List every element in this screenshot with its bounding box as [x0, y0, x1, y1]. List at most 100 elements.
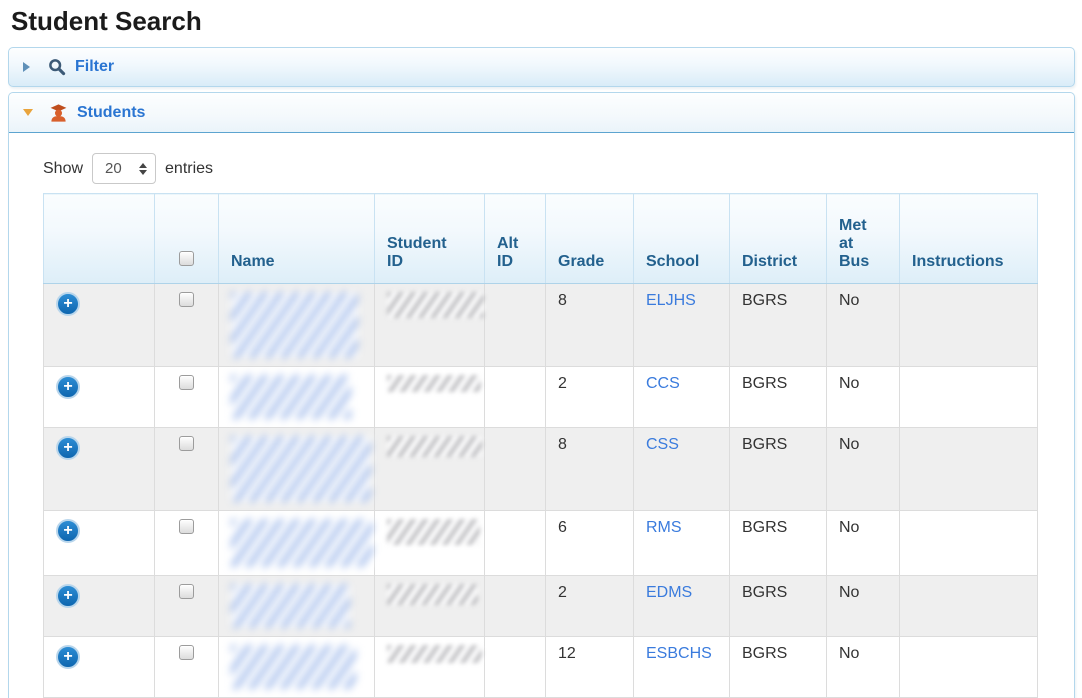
cell-grade: 2	[546, 367, 634, 428]
cell-met_at_bus: No	[827, 428, 900, 511]
school-link[interactable]: CSS	[646, 436, 679, 453]
column-header-expand	[44, 194, 155, 284]
students-panel-label: Students	[77, 104, 145, 122]
cell-grade: 12	[546, 637, 634, 698]
column-header-label: Instructions	[912, 253, 1004, 270]
plus-circle-icon[interactable]	[56, 519, 80, 543]
plus-circle-icon[interactable]	[56, 584, 80, 608]
table-row: 2 CCS BGRS No	[44, 367, 1038, 428]
redacted-student-id	[387, 436, 482, 457]
plus-circle-icon[interactable]	[56, 375, 80, 399]
cell-school: ESBCHS	[634, 637, 730, 698]
cell-school: EDMS	[634, 576, 730, 637]
district-value: BGRS	[742, 645, 787, 662]
column-header-label: Student ID	[387, 235, 447, 270]
row-checkbox[interactable]	[179, 645, 194, 660]
redacted-student-id	[387, 375, 481, 392]
students-table: NameStudent IDAlt IDGradeSchoolDistrictM…	[43, 193, 1038, 698]
cell-grade: 8	[546, 284, 634, 367]
select-all-checkbox[interactable]	[179, 251, 194, 266]
cell-student_id	[375, 637, 485, 698]
students-panel: Students Show 20 entries NameStudent IDA…	[8, 92, 1075, 698]
redacted-student-id	[387, 292, 484, 318]
grade-value: 2	[558, 584, 567, 601]
page-title: Student Search	[11, 6, 1075, 37]
page-size-select[interactable]: 20	[92, 153, 156, 184]
column-header-district: District	[730, 194, 827, 284]
column-header-student_id: Student ID	[375, 194, 485, 284]
row-checkbox[interactable]	[179, 292, 194, 307]
cell-grade: 2	[546, 576, 634, 637]
redacted-student-id	[387, 584, 478, 605]
chevron-down-icon[interactable]	[23, 109, 33, 116]
column-header-school: School	[634, 194, 730, 284]
table-row: 6 RMS BGRS No	[44, 511, 1038, 576]
school-link[interactable]: ESBCHS	[646, 645, 712, 662]
column-header-grade: Grade	[546, 194, 634, 284]
column-header-label: Grade	[558, 253, 604, 270]
cell-alt_id	[485, 511, 546, 576]
cell-met_at_bus: No	[827, 511, 900, 576]
table-row: 2EDMSBGRSNo	[44, 576, 1038, 637]
plus-circle-icon[interactable]	[56, 292, 80, 316]
cell-school: CSS	[634, 428, 730, 511]
met-at-bus-value: No	[839, 375, 859, 392]
cell-name	[219, 367, 375, 428]
district-value: BGRS	[742, 436, 787, 453]
cell-district: BGRS	[730, 367, 827, 428]
page: Student Search Filter Students	[0, 0, 1082, 698]
column-header-alt_id: Alt ID	[485, 194, 546, 284]
cell-name	[219, 576, 375, 637]
redacted-name	[231, 375, 351, 419]
cell-alt_id	[485, 576, 546, 637]
school-link[interactable]: EDMS	[646, 584, 692, 601]
school-link[interactable]: CCS	[646, 375, 680, 392]
row-checkbox[interactable]	[179, 519, 194, 534]
graduate-student-icon	[49, 104, 68, 122]
plus-circle-icon[interactable]	[56, 436, 80, 460]
cell-select	[155, 428, 219, 511]
cell-district: BGRS	[730, 428, 827, 511]
search-icon	[48, 58, 66, 76]
cell-instructions	[900, 284, 1038, 367]
met-at-bus-value: No	[839, 292, 859, 309]
grade-value: 8	[558, 292, 567, 309]
district-value: BGRS	[742, 519, 787, 536]
row-checkbox[interactable]	[179, 584, 194, 599]
cell-district: BGRS	[730, 511, 827, 576]
cell-expand	[44, 428, 155, 511]
met-at-bus-value: No	[839, 645, 859, 662]
cell-school: RMS	[634, 511, 730, 576]
cell-instructions	[900, 428, 1038, 511]
redacted-name	[231, 584, 350, 628]
cell-name	[219, 511, 375, 576]
redacted-student-id	[387, 645, 482, 663]
cell-expand	[44, 576, 155, 637]
students-panel-header[interactable]: Students	[9, 93, 1074, 133]
cell-select	[155, 367, 219, 428]
students-table-head: NameStudent IDAlt IDGradeSchoolDistrictM…	[44, 194, 1038, 284]
filter-panel-header[interactable]: Filter	[8, 47, 1075, 87]
redacted-name	[231, 436, 371, 502]
cell-student_id	[375, 428, 485, 511]
redacted-name	[231, 292, 358, 358]
chevron-right-icon[interactable]	[23, 62, 30, 72]
school-link[interactable]: RMS	[646, 519, 682, 536]
cell-school: ELJHS	[634, 284, 730, 367]
column-header-label: School	[646, 253, 699, 270]
grade-value: 12	[558, 645, 576, 662]
cell-expand	[44, 284, 155, 367]
cell-grade: 6	[546, 511, 634, 576]
row-checkbox[interactable]	[179, 436, 194, 451]
cell-select	[155, 637, 219, 698]
cell-name	[219, 428, 375, 511]
cell-grade: 8	[546, 428, 634, 511]
cell-student_id	[375, 284, 485, 367]
school-link[interactable]: ELJHS	[646, 292, 696, 309]
cell-school: CCS	[634, 367, 730, 428]
row-checkbox[interactable]	[179, 375, 194, 390]
plus-circle-icon[interactable]	[56, 645, 80, 669]
column-header-select	[155, 194, 219, 284]
cell-district: BGRS	[730, 576, 827, 637]
cell-select	[155, 284, 219, 367]
